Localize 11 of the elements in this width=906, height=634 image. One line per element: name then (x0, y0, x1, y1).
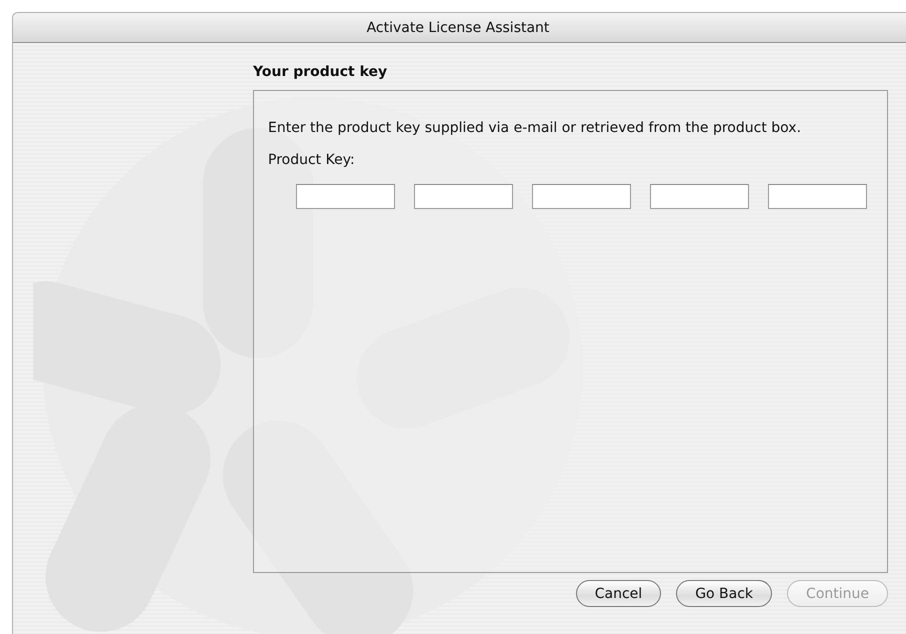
product-key-field[interactable] (532, 184, 631, 209)
dialog-button[interactable]: Go Back (676, 580, 772, 607)
product-key-field[interactable] (768, 184, 867, 209)
product-key-field[interactable] (296, 184, 395, 209)
section-heading: Your product key (253, 64, 388, 82)
product-key-field[interactable] (650, 184, 749, 209)
instructions-text: Enter the product key supplied via e-mail or retrieved from the product box. (268, 119, 802, 137)
dialog-button[interactable]: Cancel (576, 580, 662, 607)
product-key-label: Product Key: (268, 152, 356, 168)
window-title: Activate License Assistant (366, 20, 550, 36)
product-key-field[interactable] (414, 184, 513, 209)
